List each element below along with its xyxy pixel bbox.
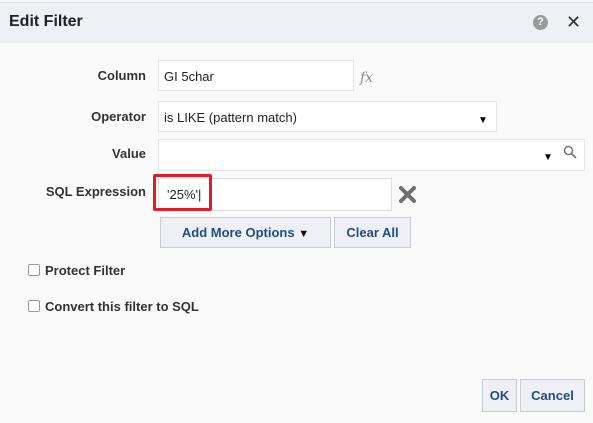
clear-expression-icon[interactable] [399,186,416,203]
operator-label: Operator [91,109,146,124]
search-icon[interactable] [563,145,577,159]
value-label: Value [112,146,146,161]
dialog-title-bar: Edit Filter ? ✕ [0,2,593,43]
add-more-options-label: Add More Options [181,225,295,240]
dialog-title: Edit Filter [9,13,83,30]
add-more-options-button[interactable]: Add More Options ▼ [160,217,331,248]
operator-dropdown-icon[interactable]: ▼ [478,115,488,126]
sql-expression-highlight [153,174,212,211]
protect-filter-checkbox[interactable] [28,264,40,276]
ok-button[interactable]: OK [482,379,517,412]
sql-expression-label: SQL Expression [45,184,146,199]
chevron-down-icon: ▼ [298,228,310,240]
operator-selected-value: is LIKE (pattern match) [164,110,297,125]
help-icon[interactable]: ? [533,15,548,30]
column-label: Column [97,68,146,83]
column-field: GI 5char [158,60,354,91]
close-icon[interactable]: ✕ [566,12,581,32]
cancel-button[interactable]: Cancel [520,379,585,412]
protect-filter-label: Protect Filter [45,263,126,278]
convert-to-sql-checkbox[interactable] [28,300,40,312]
fx-icon[interactable]: fx [360,70,373,86]
edit-filter-dialog: Edit Filter ? ✕ Column GI 5char fx Opera… [0,0,593,423]
operator-select[interactable]: is LIKE (pattern match) [158,101,497,132]
convert-to-sql-label: Convert this filter to SQL [45,299,199,314]
value-dropdown-icon[interactable]: ▼ [543,152,553,163]
clear-all-button[interactable]: Clear All [334,217,411,248]
value-input[interactable] [158,139,585,171]
